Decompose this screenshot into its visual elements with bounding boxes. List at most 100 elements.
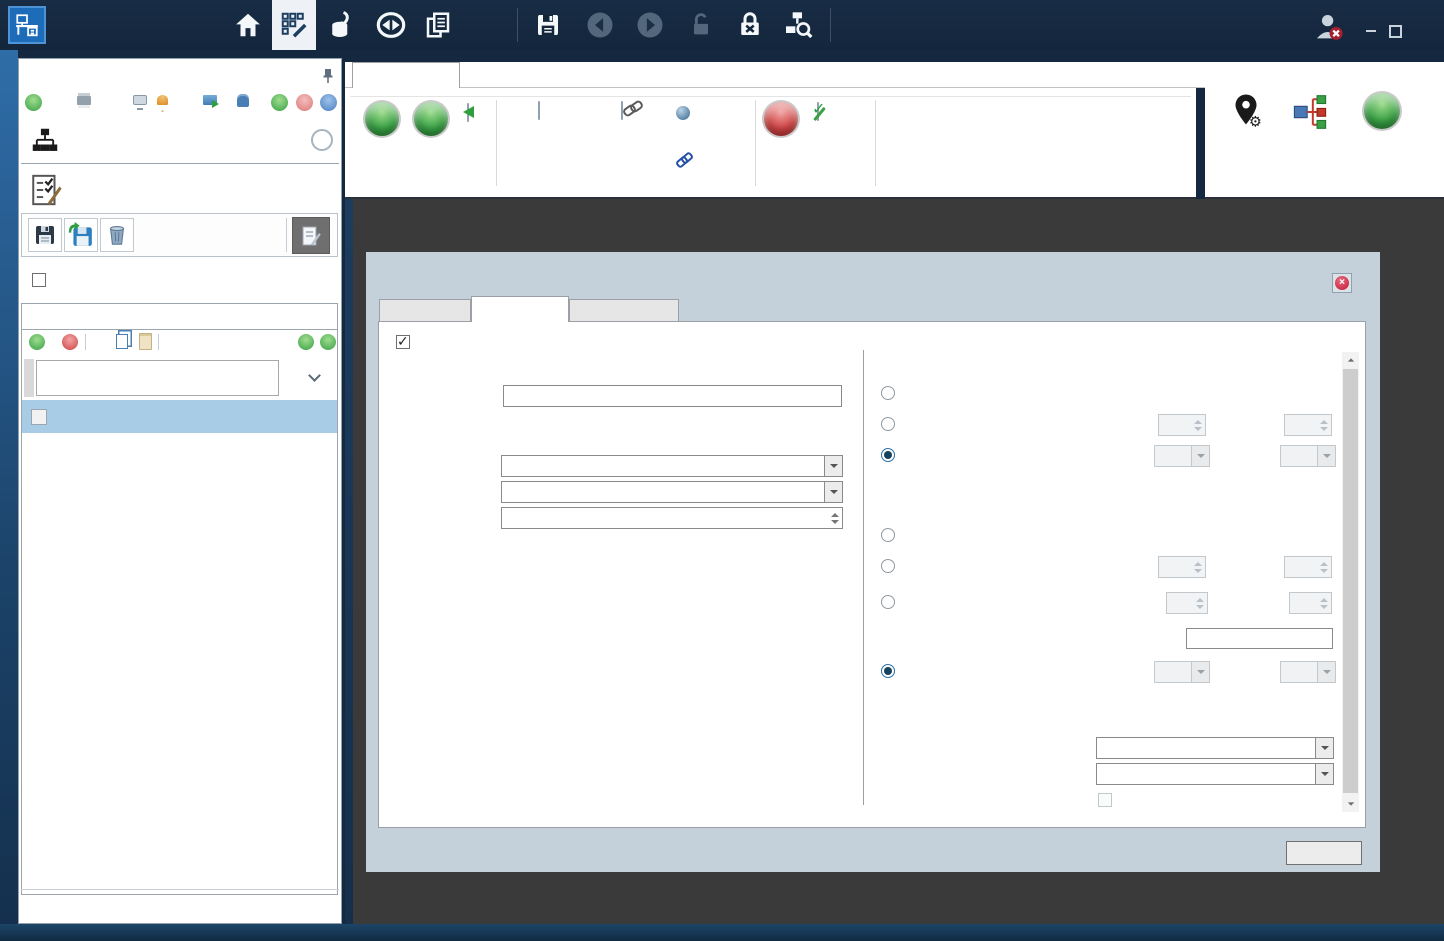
home-button[interactable] xyxy=(231,8,265,42)
print-button[interactable] xyxy=(77,96,91,105)
validate-control-limits-radio-row[interactable] xyxy=(881,595,902,609)
maximize-button[interactable] xyxy=(1384,20,1406,42)
lock-cancel-button[interactable] xyxy=(733,8,767,42)
action-select[interactable] xyxy=(1096,737,1334,759)
from-url-button[interactable] xyxy=(676,150,696,167)
reroute-pathway-select[interactable] xyxy=(1096,763,1334,785)
logout-user-button[interactable] xyxy=(1312,10,1346,44)
titlebar-separator xyxy=(517,8,518,42)
status-comment-input[interactable] xyxy=(1186,628,1333,649)
remove-button[interactable] xyxy=(296,94,313,111)
limit-range-radio[interactable] xyxy=(881,417,895,431)
no-limit-radio[interactable] xyxy=(881,386,895,400)
export-process-button[interactable] xyxy=(203,95,217,105)
validate-value-radio-row[interactable] xyxy=(881,559,902,573)
vertical-scrollbar[interactable] xyxy=(1342,352,1359,812)
is-activity-required-checkbox[interactable] xyxy=(396,335,410,349)
validate-batch-max-select[interactable] xyxy=(1280,661,1336,683)
mark-as-primary-button[interactable]: ✓ xyxy=(803,102,853,174)
limit-batch-radio-row[interactable] xyxy=(881,448,902,462)
paste-button[interactable] xyxy=(139,333,152,350)
move-step-down-button[interactable] xyxy=(320,334,336,350)
no-validation-radio-row[interactable] xyxy=(881,528,902,542)
entry-exit-button[interactable] xyxy=(1343,91,1421,191)
unit-of-measure-select[interactable] xyxy=(501,455,843,477)
refresh-button[interactable] xyxy=(271,94,288,111)
limit-range-radio-row[interactable] xyxy=(881,417,902,431)
scroll-up-button[interactable] xyxy=(1342,352,1359,368)
validate-batch-radio-row[interactable] xyxy=(881,664,902,678)
pause-button[interactable] xyxy=(320,94,337,111)
move-step-up-button[interactable] xyxy=(298,334,314,350)
save-step-button[interactable] xyxy=(28,218,62,252)
header-input[interactable] xyxy=(503,385,842,407)
feeder-setup-button[interactable] xyxy=(324,8,358,42)
save-button[interactable] xyxy=(531,8,565,42)
close-button[interactable] xyxy=(1406,18,1428,44)
unlock-button[interactable] xyxy=(684,8,718,42)
minimize-button[interactable] xyxy=(1360,20,1382,42)
no-validation-radio[interactable] xyxy=(881,528,895,542)
from-library-button[interactable] xyxy=(676,104,696,121)
from-template-button[interactable] xyxy=(404,102,458,174)
ok-button[interactable] xyxy=(1286,841,1362,865)
tab-instruction[interactable] xyxy=(379,299,471,322)
tab-document-tools[interactable] xyxy=(352,62,460,89)
circuit-mapping-button[interactable]: ⚙ xyxy=(1213,91,1277,191)
limit-batch-radio[interactable] xyxy=(881,448,895,462)
redo-button[interactable] xyxy=(633,8,667,42)
undo-button[interactable] xyxy=(583,8,617,42)
step-row[interactable] xyxy=(22,356,337,400)
bell-icon[interactable] xyxy=(157,95,168,105)
validate-control-limits-radio[interactable] xyxy=(881,595,895,609)
scroll-down-button[interactable] xyxy=(1342,796,1359,812)
limit-batch-max-select[interactable] xyxy=(1280,445,1336,467)
link-to-document-button[interactable] xyxy=(598,102,668,174)
is-activity-required-row[interactable] xyxy=(396,335,415,349)
tab-part-assignments[interactable] xyxy=(569,299,679,322)
add-process-button[interactable] xyxy=(25,94,42,111)
collapse-circle-button[interactable] xyxy=(311,129,333,151)
step-expander-chevron-icon[interactable] xyxy=(308,369,321,382)
unit-select[interactable] xyxy=(501,481,843,503)
step-name-input[interactable] xyxy=(36,360,279,396)
precision-spinner[interactable] xyxy=(501,507,843,529)
process-definition-tab-active[interactable] xyxy=(272,0,316,50)
settings-button[interactable] xyxy=(469,8,503,42)
documents-button[interactable] xyxy=(421,8,455,42)
activity-row-selected[interactable] xyxy=(22,400,337,433)
validate-batch-radio[interactable] xyxy=(881,664,895,678)
sign-icon[interactable] xyxy=(133,95,147,105)
edit-mode-toggle-button[interactable] xyxy=(292,217,330,254)
reroute-pathway-value xyxy=(1097,764,1315,784)
from-v7-button[interactable] xyxy=(458,102,498,174)
process-flow-row[interactable] xyxy=(19,121,343,161)
step-drag-strip[interactable] xyxy=(24,359,34,397)
import-from-document-button[interactable] xyxy=(506,102,594,174)
process-audit-button[interactable] xyxy=(781,8,815,42)
copy-button[interactable] xyxy=(116,334,128,349)
all-steps-checkbox[interactable] xyxy=(32,273,46,287)
limit-batch-min-select[interactable] xyxy=(1154,445,1210,467)
remove-step-button[interactable] xyxy=(62,334,78,350)
material-setup-button[interactable] xyxy=(1279,91,1341,191)
validate-value-radio[interactable] xyxy=(881,559,895,573)
pin-button[interactable] xyxy=(322,68,334,89)
spin-down-icon[interactable] xyxy=(831,520,839,524)
delete-element-button[interactable] xyxy=(759,102,803,174)
import-step-button[interactable] xyxy=(64,218,98,252)
scroll-thumb[interactable] xyxy=(1343,369,1358,793)
all-steps-checkbox-row[interactable] xyxy=(32,273,51,287)
validate-batch-min-select[interactable] xyxy=(1154,661,1210,683)
process-exchange-button[interactable] xyxy=(374,8,408,42)
database-recycle-button[interactable] xyxy=(237,94,249,107)
tab-activity-details[interactable] xyxy=(471,296,569,322)
dialog-close-button[interactable]: × xyxy=(1332,273,1352,293)
no-limit-radio-row[interactable] xyxy=(881,386,902,400)
delete-step-button[interactable] xyxy=(100,218,134,252)
spin-up-icon[interactable] xyxy=(831,513,839,517)
add-step-button[interactable] xyxy=(29,334,45,350)
from-any-process-button[interactable] xyxy=(676,127,696,144)
new-button[interactable] xyxy=(360,102,404,168)
editing-mode-row xyxy=(19,169,343,213)
